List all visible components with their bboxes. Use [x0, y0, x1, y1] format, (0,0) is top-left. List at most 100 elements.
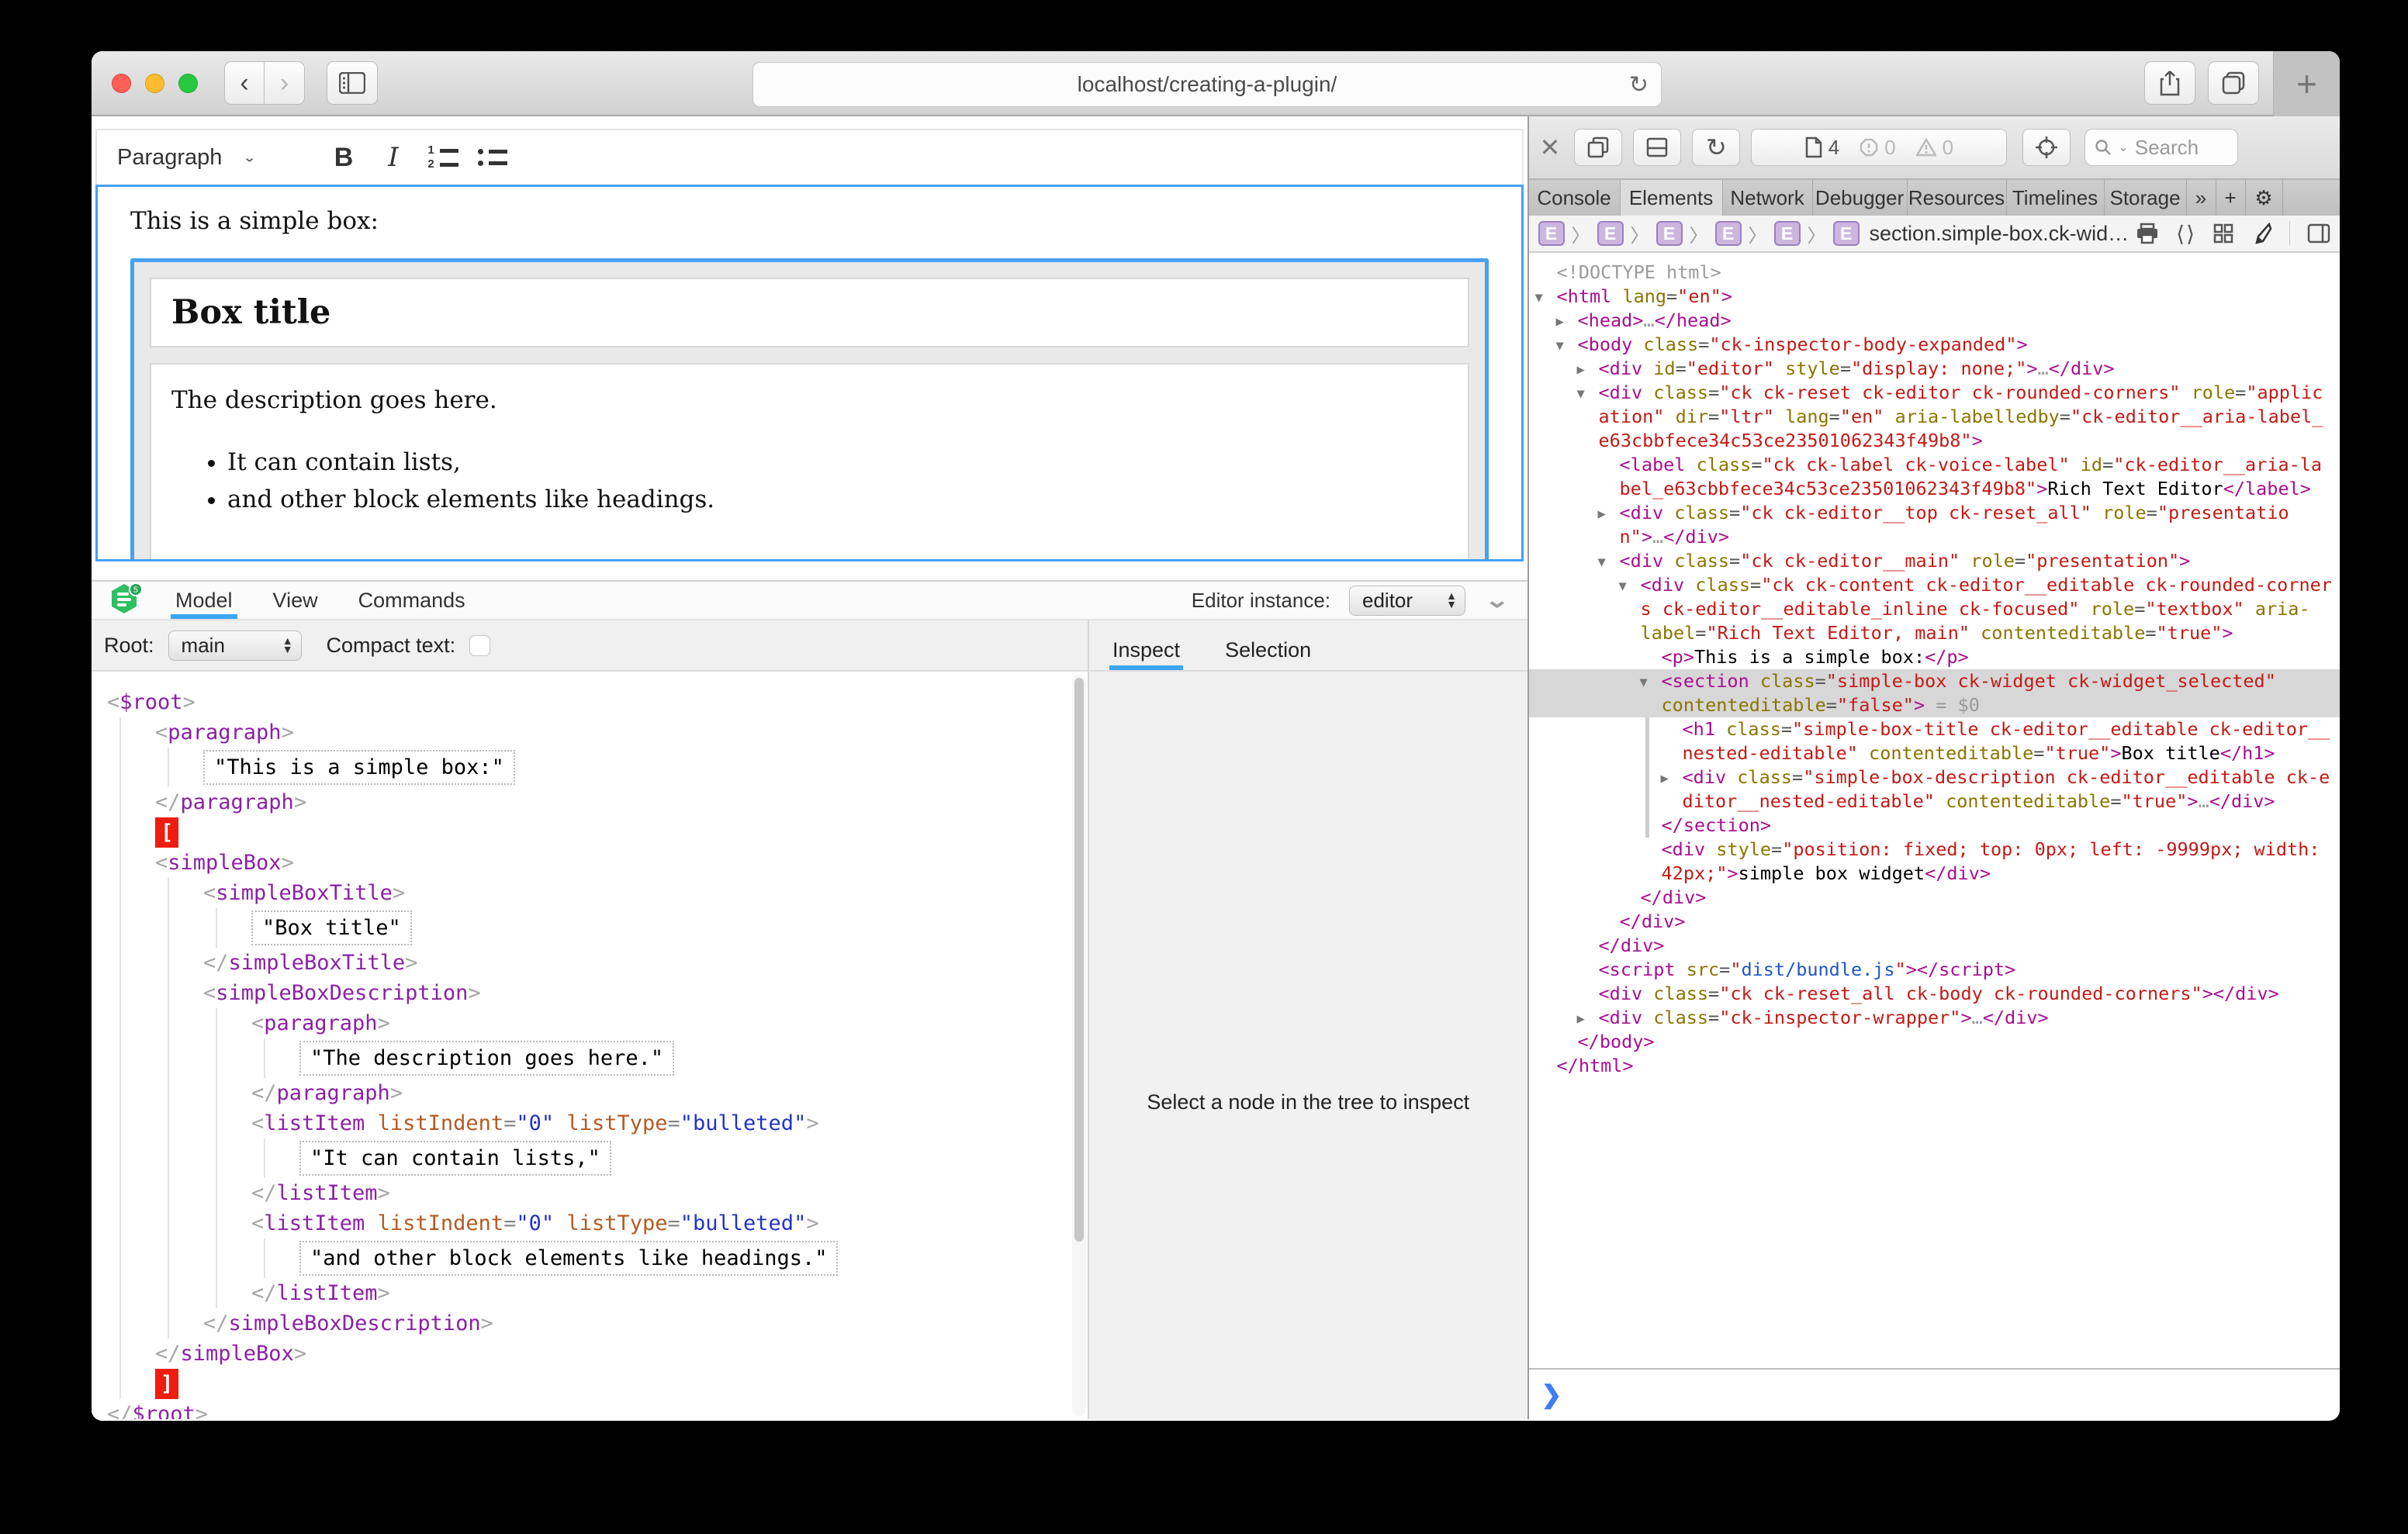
reload-icon[interactable]: ↻ [1629, 71, 1649, 98]
print-icon[interactable] [2136, 223, 2159, 244]
disclosure-triangle-icon[interactable]: ▼ [1577, 382, 1585, 406]
devtools-tab-elements[interactable]: Elements [1621, 180, 1723, 216]
devtools-search-input[interactable]: ⌄ Search [2085, 129, 2238, 166]
tab-overview-button[interactable] [2208, 61, 2259, 105]
bulleted-list-button[interactable] [468, 136, 517, 179]
model-tree-node[interactable]: <listItem listIndent="0" listType="bulle… [251, 1108, 1064, 1138]
dom-line[interactable]: ▼<html lang="en"> [1529, 285, 2340, 309]
disclosure-triangle-icon[interactable]: ▶ [1556, 310, 1564, 334]
model-text-node[interactable]: "This is a simple box:" [203, 750, 515, 785]
breadcrumb-selected-node[interactable]: section.simple-box.ck-wid… [1870, 222, 2129, 246]
dom-line[interactable]: ▼<div class="ck ck-reset ck-editor ck-ro… [1529, 381, 2340, 453]
dom-line[interactable]: </section> [1649, 814, 2340, 838]
layout-grid-icon[interactable] [2213, 223, 2233, 244]
model-text-node[interactable]: "It can contain lists," [299, 1141, 611, 1176]
editor-editable-area[interactable]: This is a simple box: Box title The desc… [95, 185, 1524, 561]
model-tree-node-close[interactable]: </paragraph> [155, 787, 1064, 817]
model-tree-node-close[interactable]: </simpleBoxTitle> [203, 948, 1064, 978]
breadcrumb-element-badge[interactable]: E [1774, 221, 1801, 246]
disclosure-triangle-icon[interactable]: ▶ [1577, 1007, 1585, 1031]
details-sidebar-icon[interactable] [2307, 223, 2330, 244]
model-text-node[interactable]: "The description goes here." [299, 1041, 674, 1076]
list-item[interactable]: and other block elements like headings. [227, 485, 1448, 513]
dom-line[interactable]: ▼<div class="ck ck-editor__main" role="p… [1529, 549, 2340, 573]
simple-box-widget[interactable]: Box title The description goes here. It … [130, 258, 1489, 561]
inspect-pane-tab-selection[interactable]: Selection [1225, 638, 1311, 670]
dom-line[interactable]: ▶<div class="ck-inspector-wrapper">…</di… [1529, 1006, 2340, 1030]
devtools-tab-debugger[interactable]: Debugger [1813, 180, 1908, 216]
editor-instance-select[interactable]: editor ▲▼ [1349, 586, 1465, 616]
inspector-tab-model[interactable]: Model [175, 582, 233, 619]
detach-devtools-button[interactable] [1574, 129, 1622, 166]
disclosure-triangle-icon[interactable]: ▼ [1556, 334, 1564, 358]
root-select[interactable]: main ▲▼ [168, 631, 302, 661]
devtools-tab-[interactable]: » [2187, 180, 2216, 216]
description-list[interactable]: It can contain lists, and other block ele… [171, 448, 1448, 513]
model-tree-node[interactable]: <simpleBox> [155, 848, 1064, 878]
dom-line[interactable]: <label class="ck ck-label ck-voice-label… [1529, 453, 2340, 501]
dom-line[interactable]: </div> [1529, 934, 2340, 958]
breadcrumb-element-badge[interactable]: E [1715, 221, 1742, 246]
disclosure-triangle-icon[interactable]: ▶ [1577, 358, 1585, 382]
dom-line[interactable]: </html> [1529, 1054, 2340, 1078]
dom-line[interactable]: <div style="position: fixed; top: 0px; l… [1529, 838, 2340, 886]
share-button[interactable] [2144, 61, 2195, 105]
dom-line[interactable]: </div> [1529, 886, 2340, 910]
dom-line[interactable]: ▶<div class="simple-box-description ck-e… [1649, 765, 2340, 814]
dom-line[interactable]: <div class="ck ck-reset_all ck-body ck-r… [1529, 982, 2340, 1006]
inspector-tab-commands[interactable]: Commands [358, 582, 465, 619]
model-tree-scrollbar[interactable] [1072, 675, 1086, 1416]
dom-line[interactable]: <!DOCTYPE html> [1529, 261, 2340, 285]
devtools-tab-console[interactable]: Console [1529, 180, 1621, 216]
sidebar-toggle-button[interactable] [327, 61, 378, 105]
disclosure-triangle-icon[interactable]: ▶ [1598, 503, 1606, 527]
devtools-tab-storage[interactable]: Storage [2105, 180, 2187, 216]
disclosure-triangle-icon[interactable]: ▶ [1661, 767, 1669, 791]
address-bar[interactable]: localhost/creating-a-plugin/ ↻ [752, 62, 1662, 107]
dom-line[interactable]: <h1 class="simple-box-title ck-editor__e… [1649, 717, 2340, 765]
minimize-window-button[interactable] [145, 74, 164, 93]
model-tree-node-close[interactable]: </listItem> [251, 1278, 1064, 1308]
compact-text-checkbox[interactable] [469, 635, 490, 656]
dom-line[interactable]: ▶<div id="editor" style="display: none;"… [1529, 357, 2340, 381]
heading-dropdown[interactable]: Paragraph ⌄ [117, 145, 319, 171]
devtools-tab-network[interactable]: Network [1723, 180, 1813, 216]
dock-bottom-button[interactable] [1633, 129, 1681, 166]
resource-summary[interactable]: 4 0 0 [1751, 129, 2007, 166]
list-item[interactable]: It can contain lists, [227, 448, 1448, 476]
disclosure-triangle-icon[interactable]: ▼ [1619, 575, 1627, 599]
model-tree-node[interactable]: <paragraph> [155, 717, 1064, 748]
simple-box-title[interactable]: Box title [150, 278, 1469, 347]
zoom-window-button[interactable] [178, 74, 198, 93]
dom-line[interactable]: <script src="dist/bundle.js"></script> [1529, 958, 2340, 982]
dom-line[interactable]: </body> [1529, 1030, 2340, 1054]
model-tree-node[interactable]: <$root> [107, 687, 1064, 717]
devtools-tab-[interactable]: + [2216, 180, 2246, 216]
model-tree-node-close[interactable]: </paragraph> [251, 1078, 1064, 1108]
back-button[interactable]: ‹ [224, 61, 265, 105]
dom-line[interactable]: ▼<div class="ck ck-content ck-editor__ed… [1529, 573, 2340, 645]
devtools-reload-button[interactable]: ↻ [1692, 129, 1740, 166]
model-tree-node[interactable]: <simpleBoxDescription> [203, 978, 1064, 1008]
disclosure-triangle-icon[interactable]: ▼ [1535, 286, 1543, 310]
source-code-icon[interactable]: ⟨⟩ [2176, 221, 2196, 247]
model-tree-node-close[interactable]: </listItem> [251, 1178, 1064, 1208]
devtools-tab-[interactable]: ⚙ [2246, 180, 2283, 216]
model-tree-node-close[interactable]: </simpleBox> [155, 1339, 1064, 1369]
dom-line-selected[interactable]: ▼<section class="simple-box ck-widget ck… [1529, 669, 2340, 717]
model-text-node[interactable]: "and other block elements like headings.… [299, 1241, 838, 1276]
devtools-tab-timelines[interactable]: Timelines [2007, 180, 2105, 216]
italic-button[interactable]: I [368, 136, 418, 179]
disclosure-triangle-icon[interactable]: ▼ [1598, 551, 1606, 575]
breadcrumb-element-badge[interactable]: E [1833, 221, 1860, 246]
dom-line[interactable]: </div> [1529, 910, 2340, 934]
close-window-button[interactable] [112, 74, 131, 93]
paint-brush-icon[interactable] [2251, 223, 2272, 244]
close-devtools-icon[interactable]: ✕ [1540, 133, 1561, 162]
numbered-list-button[interactable]: 1 2 [418, 136, 468, 179]
breadcrumb-element-badge[interactable]: E [1597, 221, 1624, 246]
inspect-pane-tab-inspect[interactable]: Inspect [1112, 638, 1180, 670]
breadcrumb-element-badge[interactable]: E [1538, 221, 1565, 246]
model-tree-node[interactable]: <paragraph> [251, 1008, 1064, 1038]
devtools-tab-resources[interactable]: Resources [1908, 180, 2007, 216]
